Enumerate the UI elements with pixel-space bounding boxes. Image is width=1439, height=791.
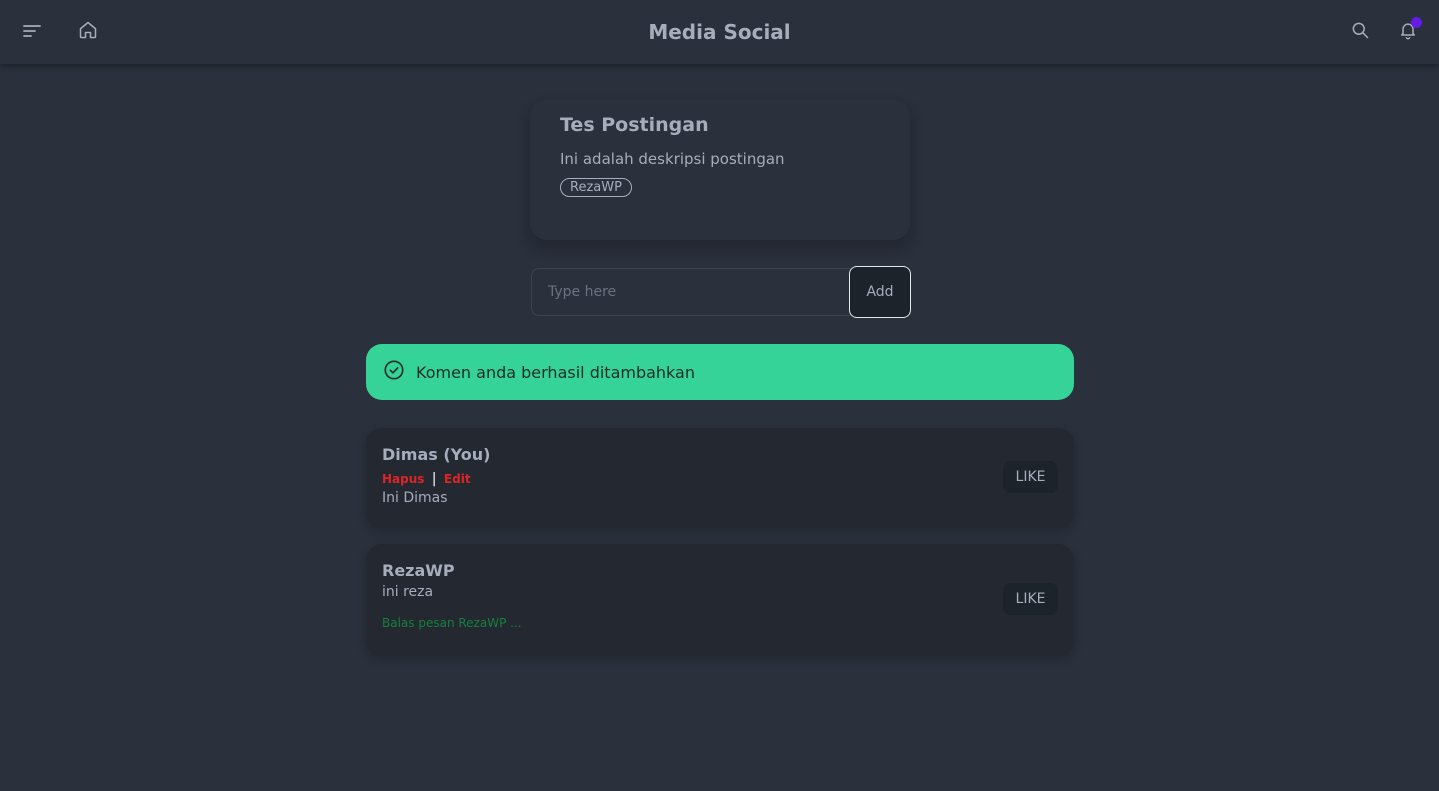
post-author-badge: RezaWP (560, 178, 632, 197)
success-alert: Komen anda berhasil ditambahkan (366, 344, 1074, 400)
comment-actions: Hapus | Edit (382, 470, 1058, 488)
menu-button[interactable] (12, 12, 52, 52)
comment-card: RezaWP ini reza Balas pesan RezaWP ... L… (366, 544, 1074, 656)
like-button[interactable]: LIKE (1003, 583, 1058, 615)
edit-comment-link[interactable]: Edit (444, 472, 471, 486)
navbar-title-wrap: Media Social (0, 0, 1439, 64)
post-card: Tes Postingan Ini adalah deskripsi posti… (530, 100, 910, 240)
alert-message: Komen anda berhasil ditambahkan (416, 362, 695, 382)
navbar: Media Social (0, 0, 1439, 64)
home-button[interactable] (68, 12, 108, 52)
notification-badge (1411, 17, 1422, 28)
comment-input[interactable] (531, 268, 851, 316)
comment-author: Dimas (You) (382, 445, 491, 464)
check-circle-icon (383, 359, 416, 385)
search-button[interactable] (1340, 12, 1380, 52)
delete-comment-link[interactable]: Hapus (382, 472, 424, 486)
reply-link[interactable]: Balas pesan RezaWP ... (382, 616, 1058, 630)
search-icon (1350, 20, 1370, 44)
page-title[interactable]: Media Social (648, 20, 790, 44)
action-separator: | (431, 471, 437, 487)
comment-text: Ini Dimas (382, 490, 448, 506)
comment-card: Dimas (You) Hapus | Edit Ini Dimas LIKE (366, 428, 1074, 528)
post-description: Ini adalah deskripsi postingan (560, 150, 785, 168)
like-button[interactable]: LIKE (1003, 461, 1058, 493)
home-icon (78, 20, 98, 44)
comment-text: ini reza (382, 584, 434, 600)
notification-button[interactable] (1388, 12, 1428, 52)
comment-author: RezaWP (382, 561, 455, 580)
add-comment-button[interactable]: Add (849, 266, 911, 318)
menu-icon (23, 23, 41, 42)
post-title: Tes Postingan (560, 114, 709, 136)
